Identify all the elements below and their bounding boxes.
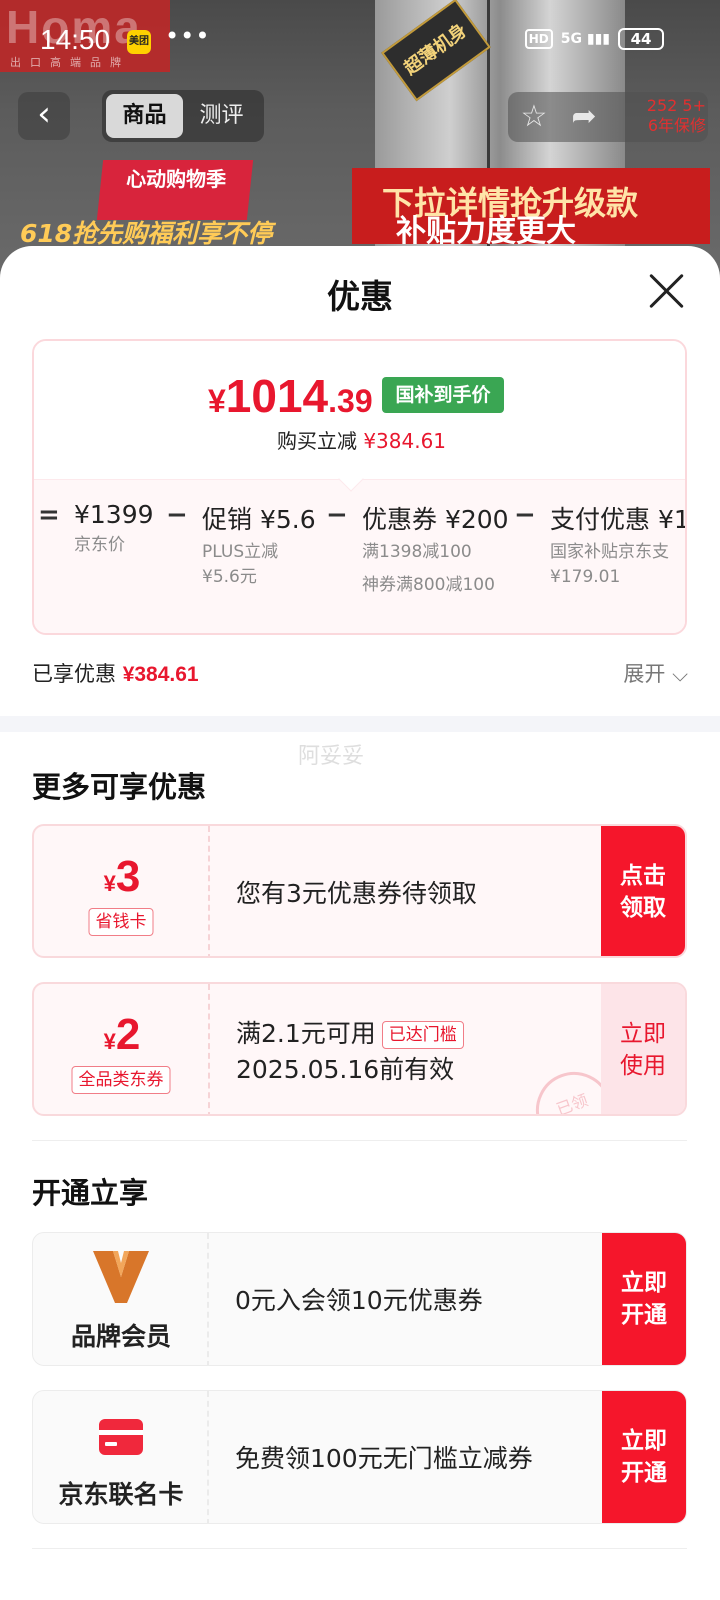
breakdown-item-payment: 支付优惠 ¥1 国家补贴京东支 ¥179.01 — [550, 505, 687, 587]
discount-sheet: 优惠 ¥1014.39 国补到手价 购买立减 ¥384.61 = ¥1399 京… — [0, 246, 720, 1600]
price-summary-card: ¥1014.39 国补到手价 购买立减 ¥384.61 = ¥1399 京东价 … — [32, 339, 687, 635]
minus-sign: − — [514, 500, 536, 530]
breakdown-item-coupon: 优惠券 ¥200 满1398减100 神券满800减100 — [362, 505, 509, 595]
divider — [32, 1548, 687, 1549]
signal-icon: 5G ▮▮▮ — [560, 31, 610, 47]
final-price: ¥1014.39 — [208, 370, 373, 422]
coupon-type-tag: 全品类东券 — [71, 1066, 171, 1094]
use-coupon-button[interactable]: 立即使用 — [601, 984, 685, 1114]
more-discounts-title: 更多可享优惠 — [32, 770, 207, 804]
coupon-amount: ¥2 — [103, 1010, 141, 1059]
brand-v-logo-icon — [93, 1251, 149, 1303]
close-button[interactable] — [642, 268, 692, 318]
product-backdrop: Homa 出口高端品牌 超薄机身 心动购物季 618抢先购福利享不停 下拉详情抢… — [0, 0, 720, 280]
coupon-description: 满2.1元可用 已达门槛 2025.05.16前有效 — [236, 1016, 464, 1088]
credit-card-icon — [99, 1419, 143, 1455]
equals-sign: = — [38, 500, 60, 530]
coupon-type-tag: 省钱卡 — [88, 908, 154, 936]
co-branded-card: 京东联名卡 免费领100元无门槛立减券 立即开通 — [32, 1390, 687, 1524]
purchase-reduction: 购买立减 ¥384.61 — [276, 429, 447, 453]
tab-review[interactable]: 测评 — [183, 94, 260, 138]
price-breakdown[interactable]: = ¥1399 京东价 − 促销 ¥5.6 PLUS立减 ¥5.6元 − 优惠券… — [34, 479, 687, 633]
member-description: 0元入会领10元优惠券 — [235, 1286, 483, 1315]
brand-member-card: 品牌会员 0元入会领10元优惠券 立即开通 — [32, 1232, 687, 1366]
threshold-tag: 已达门槛 — [381, 1021, 464, 1049]
more-dots: ••• — [165, 22, 211, 50]
clock: 14:50 — [40, 24, 111, 55]
join-member-button[interactable]: 立即开通 — [602, 1233, 686, 1365]
coupon-amount: ¥3 — [103, 852, 141, 901]
member-label: 京东联名卡 — [58, 1480, 184, 1509]
member-description: 免费领100元无门槛立减券 — [235, 1444, 533, 1473]
share-icon[interactable]: ➦ — [564, 98, 604, 138]
chevron-left-icon: ‹ — [37, 94, 51, 134]
claim-coupon-button[interactable]: 点击领取 — [601, 826, 685, 956]
coupon-expiry: 2025.05.16前有效 — [236, 1055, 455, 1084]
open-card-button[interactable]: 立即开通 — [602, 1391, 686, 1523]
enjoyed-discount: 已享优惠 ¥384.61 — [32, 662, 199, 686]
tab-product[interactable]: 商品 — [106, 94, 183, 138]
promo-banner-left: 心动购物季 — [96, 160, 254, 220]
sheet-title: 优惠 — [327, 277, 393, 316]
coupon-card-category: ¥2 全品类东券 满2.1元可用 已达门槛 2025.05.16前有效 已领 立即… — [32, 982, 687, 1116]
expand-toggle[interactable]: 展开 ⌵ — [623, 658, 688, 688]
open-enjoy-title: 开通立享 — [32, 1176, 149, 1210]
divider — [32, 1140, 687, 1141]
promo-line-left: 618抢先购福利享不停 — [20, 219, 273, 248]
section-divider — [0, 716, 720, 732]
breakdown-item-jd-price: ¥1399 京东价 — [74, 500, 154, 555]
warranty-badge: 252 5+ 6年保修 — [646, 96, 706, 135]
back-button[interactable]: ‹ — [18, 92, 70, 140]
hd-icon: HD — [524, 29, 553, 49]
breakdown-item-promotion: 促销 ¥5.6 PLUS立减 ¥5.6元 — [202, 505, 316, 587]
gov-subsidy-badge: 国补到手价 — [382, 377, 504, 413]
star-icon[interactable]: ☆ — [514, 98, 554, 138]
meituan-icon: 美团 — [127, 30, 151, 54]
watermark: 阿妥妥 — [298, 744, 365, 769]
promo-line-right: 补贴力度更大 — [396, 214, 576, 249]
coupon-card-savings: ¥3 省钱卡 您有3元优惠券待领取 点击领取 — [32, 824, 687, 958]
battery-icon: 44 — [618, 28, 664, 50]
member-label: 品牌会员 — [70, 1322, 171, 1351]
product-tabs: 商品 测评 — [102, 90, 264, 142]
status-bar: 14:50 美团 ••• HD 5G ▮▮▮ 44 — [0, 20, 720, 64]
minus-sign: − — [326, 500, 348, 530]
coupon-description: 您有3元优惠券待领取 — [236, 879, 477, 908]
minus-sign: − — [166, 500, 188, 530]
